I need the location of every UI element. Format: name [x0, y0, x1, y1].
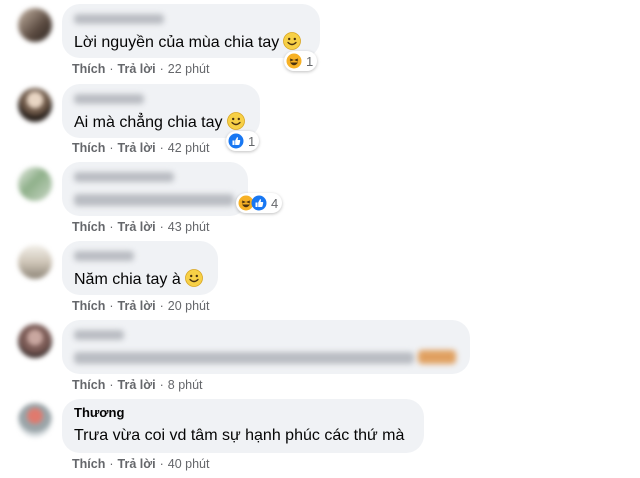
avatar[interactable]	[18, 245, 52, 279]
reaction-count: 4	[271, 195, 279, 211]
reply-link[interactable]: Trả lời	[118, 299, 156, 313]
like-reaction-icon	[251, 195, 267, 211]
reply-link[interactable]: Trả lời	[118, 457, 156, 471]
reply-link[interactable]: Trả lời	[118, 141, 156, 155]
avatar[interactable]	[18, 8, 52, 42]
reply-link[interactable]: Trả lời	[118, 62, 156, 76]
comment-time[interactable]: 43 phút	[168, 220, 210, 234]
comment-text: Trưa vừa coi vd tâm sự hạnh phúc các thứ…	[74, 427, 405, 444]
like-link[interactable]: Thích	[72, 62, 105, 76]
comment-time[interactable]: 22 phút	[168, 62, 210, 76]
comment-bubble: Năm chia tay à	[62, 241, 218, 295]
comment-text-redacted	[74, 352, 414, 364]
reaction-count: 1	[248, 133, 256, 149]
comment-time[interactable]: 42 phút	[168, 141, 210, 155]
comment-actions: Thích · Trả lời · 20 phút	[72, 299, 210, 313]
like-link[interactable]: Thích	[72, 220, 105, 234]
reply-link[interactable]: Trả lời	[118, 378, 156, 392]
author-name-redacted	[74, 330, 124, 340]
smile-emoji-icon	[184, 269, 203, 287]
comment-text: Ai mà chẳng chia tay	[74, 112, 245, 132]
comment-actions: Thích · Trả lời · 8 phút	[72, 378, 203, 392]
author-name-redacted	[74, 172, 174, 182]
comment-actions: Thích · Trả lời · 43 phút	[72, 220, 210, 234]
like-reaction-icon	[228, 133, 244, 149]
avatar[interactable]	[18, 324, 52, 358]
comment-text: Lời nguyền của mùa chia tay	[74, 32, 302, 52]
author-name-redacted	[74, 94, 144, 104]
comment-text-redacted	[74, 194, 234, 206]
comment-time[interactable]: 40 phút	[168, 457, 210, 471]
comment-bubble	[62, 162, 248, 216]
reaction-summary[interactable]: 1	[284, 51, 318, 71]
comment-bubble: Thương Trưa vừa coi vd tâm sự hạnh phúc …	[62, 399, 424, 453]
like-link[interactable]: Thích	[72, 457, 105, 471]
smile-emoji-icon	[283, 32, 302, 50]
comment-author[interactable]: Thương	[74, 405, 124, 420]
smile-emoji-icon	[226, 112, 245, 130]
comment-actions: Thích · Trả lời · 40 phút	[72, 457, 210, 471]
like-link[interactable]: Thích	[72, 299, 105, 313]
author-name-redacted	[74, 14, 164, 24]
reply-link[interactable]: Trả lời	[118, 220, 156, 234]
emoji-redacted	[418, 350, 456, 364]
comment-bubble	[62, 320, 470, 374]
comment-text: Năm chia tay à	[74, 269, 203, 289]
comment-bubble: Ai mà chẳng chia tay	[62, 84, 260, 138]
like-link[interactable]: Thích	[72, 378, 105, 392]
avatar[interactable]	[18, 88, 52, 122]
comment-time[interactable]: 8 phút	[168, 378, 203, 392]
comment-bubble: Lời nguyền của mùa chia tay	[62, 4, 320, 58]
avatar[interactable]	[18, 167, 52, 201]
haha-reaction-icon	[286, 53, 302, 69]
comment-actions: Thích · Trả lời · 42 phút	[72, 141, 210, 155]
reaction-count: 1	[306, 53, 314, 69]
author-name-redacted	[74, 251, 134, 261]
comment-time[interactable]: 20 phút	[168, 299, 210, 313]
avatar[interactable]	[18, 403, 52, 437]
like-link[interactable]: Thích	[72, 141, 105, 155]
reaction-summary[interactable]: 1	[226, 131, 260, 151]
comment-actions: Thích · Trả lời · 22 phút	[72, 62, 210, 76]
reaction-summary[interactable]: 4	[236, 193, 283, 213]
